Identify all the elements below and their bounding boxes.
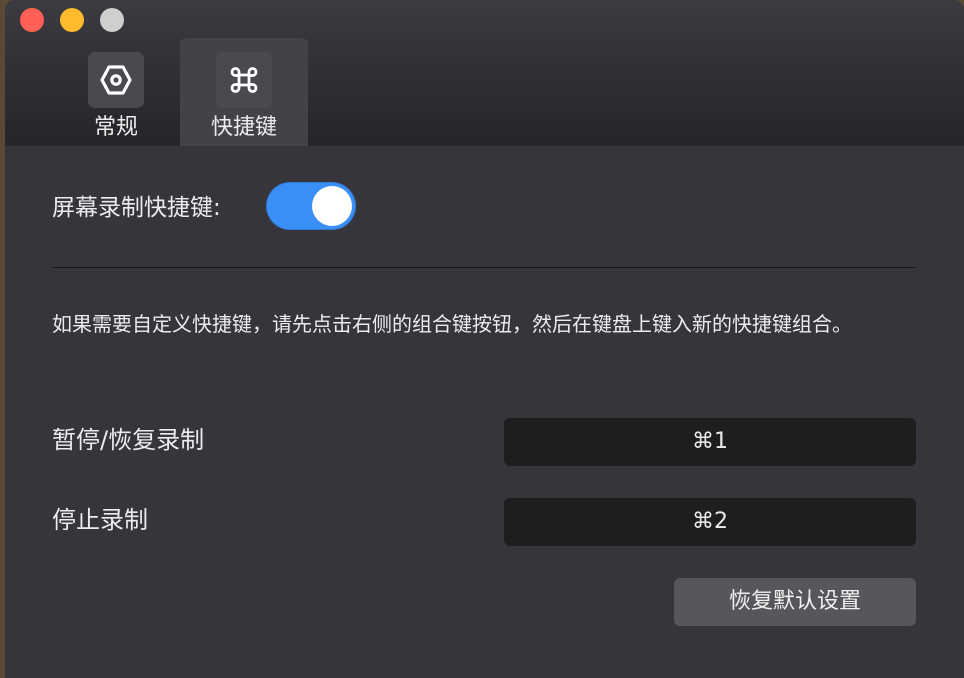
pause-resume-shortcut-button[interactable]: ⌘1 [504,418,916,466]
toggle-knob [312,186,352,226]
close-window-button[interactable] [20,8,44,32]
stop-recording-label: 停止录制 [52,506,148,534]
tab-general-label: 常规 [93,115,138,140]
screen-recording-shortcut-label: 屏幕录制快捷键: [52,195,221,221]
minimize-window-button[interactable] [60,8,84,32]
tab-shortcuts-label: 快捷键 [210,115,277,140]
divider [52,267,916,268]
tab-shortcuts[interactable]: 快捷键 [180,38,308,146]
screen-recording-shortcut-toggle[interactable] [266,182,356,230]
titlebar-toolbar: 常规 快捷键 [5,0,964,146]
command-key-icon [216,52,272,108]
restore-defaults-button[interactable]: 恢复默认设置 [674,578,916,626]
tab-general[interactable]: 常规 [52,38,180,146]
zoom-window-button[interactable] [100,8,124,32]
preferences-window: 常规 快捷键 屏幕录制快捷键: 如果需要自定义快捷键，请先点击右侧的组合键按钮，… [5,0,964,678]
stop-recording-shortcut-button[interactable]: ⌘2 [504,498,916,546]
shortcut-help-text: 如果需要自定义快捷键，请先点击右侧的组合键按钮，然后在键盘上键入新的快捷键组合。 [52,312,852,336]
gear-hexagon-icon [88,52,144,108]
pause-resume-label: 暂停/恢复录制 [52,426,205,454]
shortcuts-pane: 屏幕录制快捷键: 如果需要自定义快捷键，请先点击右侧的组合键按钮，然后在键盘上键… [5,146,964,678]
